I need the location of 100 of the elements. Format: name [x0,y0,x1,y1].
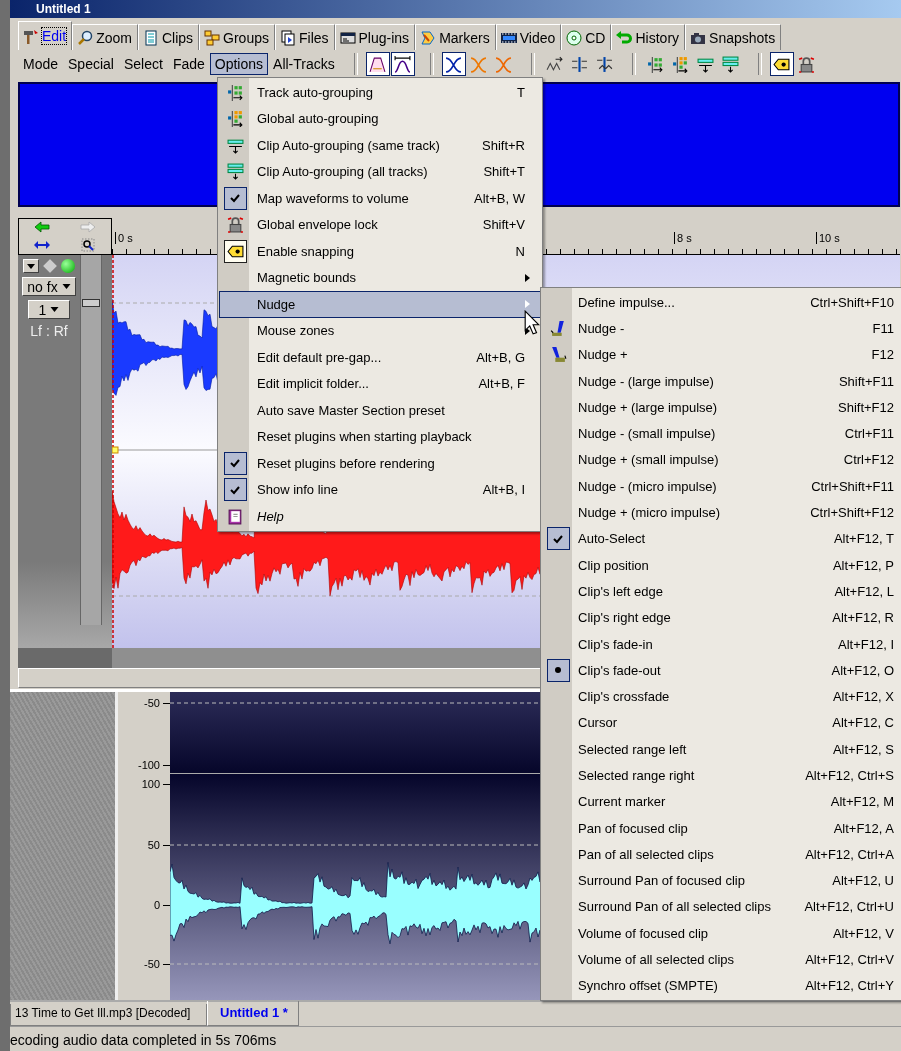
shortcut-text: Shift+V [482,217,526,233]
menu-item[interactable]: Reset plugins before rendering [219,450,541,477]
menu-item[interactable]: Clip Auto-grouping (same track) Shift+R [219,132,541,159]
menu-item[interactable]: Global envelope lock Shift+V [219,211,541,238]
menu-item[interactable]: Map waveforms to volume Alt+B, W [219,185,541,212]
menu-item[interactable]: Magnetic bounds [219,264,541,291]
menu-item[interactable]: Pan of focused clip Alt+F12, A [542,814,901,842]
menu-item[interactable]: Nudge - (small impulse) Ctrl+F11 [542,420,901,447]
zoom-icon[interactable] [81,237,95,252]
grid-arrow-icon [672,55,690,73]
menu-item[interactable]: Nudge - F11 [542,315,901,342]
tab[interactable]: Markers [415,24,496,50]
grid-arrow-icon [226,110,244,128]
menu-item[interactable]: Mode [18,53,64,75]
tab[interactable]: History [611,24,686,50]
menu-item[interactable]: Clip position Alt+F12, P [542,551,901,579]
grid-arrow-icon [647,55,665,73]
menu-item[interactable]: Nudge - (large impulse) Shift+F11 [542,367,901,395]
tab[interactable]: Plug-ins [334,24,416,50]
menu-item[interactable]: Clip's fade-in Alt+F12, I [542,630,901,658]
toolbar-button[interactable] [365,52,390,76]
menu-item[interactable]: Edit default pre-gap... Alt+B, G [219,344,541,371]
menu-item[interactable]: Surround Pan of all selected clips Alt+F12, Ctrl+U [542,893,901,921]
menu-item[interactable]: Show info line Alt+B, I [219,476,541,503]
menu-item[interactable]: Clip's fade-out Alt+F12, O [542,657,901,684]
menu-item[interactable]: Nudge - (micro impulse) Ctrl+Shift+F11 [542,473,901,500]
shortcut-text: Alt+B, I [482,482,526,498]
tab[interactable]: Clips [137,24,200,50]
shortcut-text: Ctrl+Shift+F12 [810,505,895,520]
shortcut-text: Alt+F12, Ctrl+Y [805,978,895,994]
toolbar-button[interactable] [441,52,466,76]
toolbar-button[interactable] [390,52,415,76]
menu-item[interactable]: Nudge + F12 [542,341,901,368]
curve-icon [495,55,513,73]
shortcut-text: Alt+F12, Ctrl+V [805,952,895,968]
track-menu-button[interactable] [23,259,39,273]
menu-item[interactable]: Select [118,53,168,75]
menu-item[interactable]: Selected range right Alt+F12, Ctrl+S [542,762,901,789]
shortcut-text: T [517,84,526,100]
menu-item[interactable]: Clip's right edge Alt+F12, R [542,604,901,631]
shortcut-text: Alt+F12, Ctrl+U [804,899,895,915]
hammer-icon [23,28,39,44]
tab[interactable]: Video [495,24,562,50]
menu-item[interactable]: Nudge + (large impulse) Shift+F12 [542,394,901,421]
mouse-pointer-icon [524,310,540,335]
menu-item[interactable]: Auto save Master Section preset [219,397,541,424]
tab[interactable]: Zoom [72,24,138,50]
menu-item[interactable]: Clip's left edge Alt+F12, L [542,578,901,605]
scale-label: 0 [153,898,160,912]
channel-dropdown[interactable]: 1 [28,300,70,319]
menu-item[interactable]: Nudge + (small impulse) Ctrl+F12 [542,446,901,474]
menu-item[interactable]: Options [209,53,269,75]
menu-item[interactable]: Synchro offset (SMPTE) Alt+F12, Ctrl+Y [542,972,901,999]
shortcut-text: Alt+F12, Ctrl+S [805,768,895,783]
fader-track[interactable] [80,255,102,625]
status-led[interactable] [61,259,75,273]
tab[interactable]: CD [561,24,612,50]
menu-item[interactable]: Clip Auto-grouping (all tracks) Shift+T [219,158,541,185]
double-arrow-icon[interactable] [33,239,51,250]
menu-item[interactable]: Current marker Alt+F12, M [542,788,901,815]
menu-item[interactable]: Surround Pan of focused clip Alt+F12, U [542,867,901,894]
menu-item[interactable]: Edit implicit folder... Alt+B, F [219,370,541,397]
menu-item[interactable]: Fade [167,53,210,75]
menu-item[interactable]: Clip's crossfade Alt+F12, X [542,683,901,710]
scale-label: 100 [141,777,160,791]
wave-arrow-icon [546,55,564,73]
diamond-icon[interactable] [43,259,57,273]
menu-item[interactable]: Special [63,53,119,75]
shortcut-text: Ctrl+F11 [844,426,895,442]
tab[interactable]: Edit [18,21,73,50]
menu-item[interactable]: Cursor Alt+F12, C [542,709,901,737]
tab[interactable]: Files [274,24,335,50]
menu-item[interactable]: Volume of focused clip Alt+F12, V [542,920,901,947]
shortcut-text: Alt+F12, I [838,636,895,652]
fx-dropdown[interactable]: no fx [22,277,76,296]
tab[interactable]: Groups [199,24,275,50]
menu-item[interactable]: Auto-Select Alt+F12, T [542,525,901,552]
left-arrow-icon[interactable] [34,221,50,234]
menu-item[interactable]: All-Tracks [268,53,340,75]
tab[interactable]: Snapshots [685,24,782,50]
shortcut-text: Alt+F12, U [832,873,895,889]
menu-item[interactable]: Reset plugins when starting playback [219,423,541,450]
menu-item[interactable]: Global auto-grouping [219,105,541,132]
window-icon [339,29,356,46]
fader-handle[interactable] [82,299,100,308]
menu-item[interactable]: Pan of all selected clips Alt+F12, Ctrl+A [542,841,901,868]
menu-item[interactable]: Nudge + (micro impulse) Ctrl+Shift+F12 [542,499,901,526]
time-label: 0 s [115,232,133,244]
shortcut-text: Alt+F12, P [832,557,895,573]
toolbar-button[interactable] [769,52,794,76]
shortcut-text: Alt+F12, V [832,925,895,941]
menu-item[interactable]: Selected range left Alt+F12, S [542,736,901,763]
menu-item[interactable]: Volume of all selected clips Alt+F12, Ctrl+V [542,946,901,973]
menu-item[interactable]: Enable snapping N [219,238,541,265]
menu-item[interactable]: Define impulse... Ctrl+Shift+F10 [542,289,901,316]
group-icon [204,29,221,46]
menu-item[interactable]: Nudge [219,291,541,318]
shortcut-text: Shift+F12 [838,399,895,415]
menu-item[interactable]: Track auto-grouping T [219,79,541,106]
menu-item[interactable]: Help [219,503,541,530]
